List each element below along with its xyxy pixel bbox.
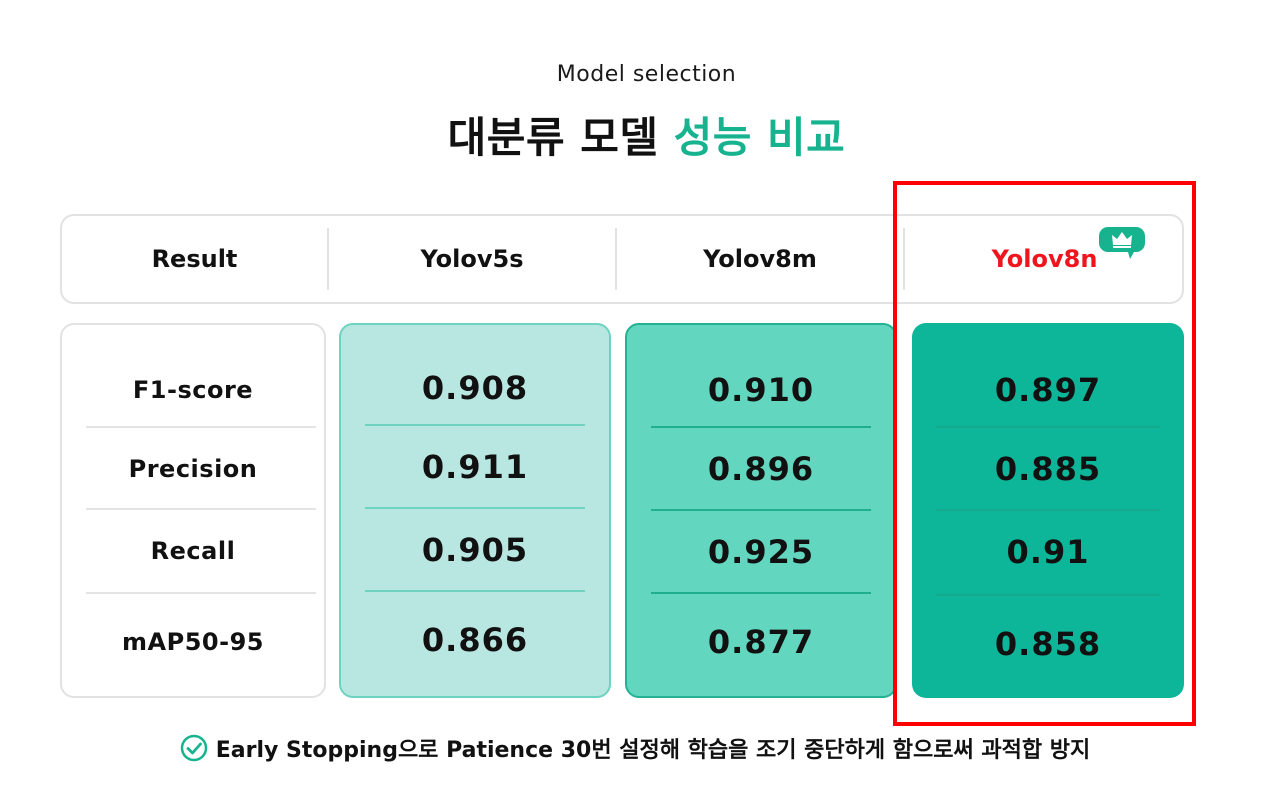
header-yolov8m: Yolov8m: [703, 245, 817, 273]
page-subtitle: Model selection: [556, 62, 737, 87]
footer-text: Early Stopping으로 Patience 30번 설정해 학습을 조기…: [215, 738, 1091, 763]
metric-label-f1: F1-score: [132, 376, 254, 404]
value-cell: 0.896: [707, 450, 815, 488]
metric-labels-column: F1-score Precision Recall mAP50-95: [60, 323, 326, 698]
value-cell: 0.925: [707, 533, 815, 571]
header-yolov5s: Yolov5s: [420, 245, 524, 273]
check-circle-icon: [180, 734, 207, 762]
value-cell: 0.905: [421, 531, 529, 569]
page-title: 대분류 모델 성능 비교: [0, 104, 1285, 165]
metric-label-recall: Recall: [150, 537, 236, 565]
value-cell: 0.910: [707, 371, 815, 409]
header-result: Result: [151, 245, 238, 273]
title-accent: 성능 비교: [673, 113, 846, 162]
metric-label-map: mAP50-95: [122, 628, 264, 656]
title-main: 대분류 모델: [447, 113, 659, 162]
footer-note: Early Stopping으로 Patience 30번 설정해 학습을 조기…: [0, 732, 1270, 764]
value-cell: 0.877: [707, 623, 815, 661]
metric-label-precision: Precision: [128, 455, 258, 483]
yolov8m-column: 0.910 0.896 0.925 0.877: [625, 323, 897, 698]
value-cell: 0.908: [421, 369, 529, 407]
best-model-highlight: [893, 181, 1196, 726]
value-cell: 0.866: [421, 621, 529, 659]
yolov5s-column: 0.908 0.911 0.905 0.866: [339, 323, 611, 698]
value-cell: 0.911: [421, 448, 529, 486]
